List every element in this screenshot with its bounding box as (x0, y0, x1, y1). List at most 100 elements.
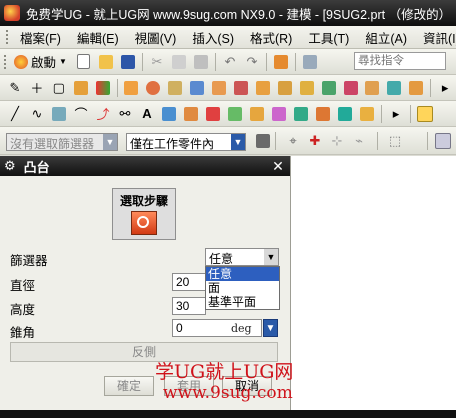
menu-view[interactable]: 視圖(V) (127, 28, 185, 47)
menu-edit[interactable]: 編輯(E) (69, 28, 127, 47)
bridge-curve-icon[interactable] (313, 104, 333, 124)
status-bar (0, 410, 456, 418)
offset-surface-icon[interactable] (247, 104, 267, 124)
section-curve-icon[interactable] (335, 104, 355, 124)
rectangle-icon[interactable]: ▢ (49, 78, 69, 98)
inferred-point-icon[interactable]: ✚ (305, 131, 325, 151)
placement-face-step-icon[interactable] (131, 211, 157, 235)
window-title: 免费学UG - 就上UG网 www.9sug.com NX9.0 - 建模 - … (26, 7, 452, 22)
chevron-down-icon: ▼ (59, 57, 67, 66)
height-input[interactable]: 30 (172, 297, 206, 315)
pencil-icon[interactable]: ✎ (5, 78, 25, 98)
copy-icon[interactable] (169, 52, 189, 72)
more-tools-icon[interactable]: ▸ (435, 78, 455, 98)
shell-icon[interactable] (275, 78, 295, 98)
toolbar-grip-icon[interactable] (4, 54, 10, 69)
filter-option-face[interactable]: 面 (206, 281, 279, 295)
filter-option-datum-plane[interactable]: 基準平面 (206, 295, 279, 309)
studio-surface-icon[interactable] (49, 104, 69, 124)
mid-point-icon[interactable]: ⌁ (349, 131, 369, 151)
close-icon[interactable]: ✕ (270, 158, 286, 174)
gear-icon[interactable]: ⚙ (4, 158, 16, 174)
menu-file[interactable]: 檔案(F) (12, 28, 69, 47)
menu-tools[interactable]: 工具(T) (300, 28, 357, 47)
watermark-url: www.9sug.com (163, 383, 293, 403)
diameter-input[interactable]: 20 (172, 273, 206, 291)
chamfer-icon[interactable] (253, 78, 273, 98)
selection-scope-value: 僅在工作零件內 (130, 137, 215, 151)
offset-face-icon[interactable] (406, 78, 426, 98)
filter-select[interactable]: 任意 ▼ (205, 248, 279, 266)
snap-icon[interactable]: ⌖ (283, 131, 303, 151)
coordinate-system-icon[interactable] (93, 78, 113, 98)
save-icon[interactable] (118, 52, 138, 72)
more-tools-icon[interactable]: ▸ (386, 104, 406, 124)
subtract-icon[interactable] (209, 78, 229, 98)
swept-icon[interactable] (203, 104, 223, 124)
diameter-label: 直徑 (10, 279, 36, 293)
dialog-title-bar[interactable]: ⚙ 凸台 ✕ (0, 156, 290, 176)
revolve-icon[interactable] (143, 78, 163, 98)
part-navigator-icon[interactable] (271, 52, 291, 72)
open-icon[interactable] (96, 52, 116, 72)
app-logo-icon (4, 5, 20, 21)
menu-information[interactable]: 資訊(I) (415, 28, 456, 47)
ok-button[interactable]: 確定 (104, 376, 154, 396)
snap-point-icon[interactable] (415, 104, 435, 124)
text-icon[interactable]: A (137, 104, 157, 124)
datum-plane-icon[interactable] (71, 78, 91, 98)
start-icon (14, 54, 28, 69)
selection-filter-icon[interactable] (253, 131, 273, 151)
pattern-icon[interactable] (319, 78, 339, 98)
start-button[interactable]: 啟動 ▼ (14, 52, 67, 71)
filter-label: 篩選器 (10, 254, 48, 268)
bounded-plane-icon[interactable] (159, 104, 179, 124)
join-curve-icon[interactable] (357, 104, 377, 124)
through-curves-icon[interactable] (181, 104, 201, 124)
end-point-icon[interactable]: ⊹ (327, 131, 347, 151)
render-style-icon[interactable] (433, 131, 453, 151)
type-filter-value: 沒有選取篩選器 (10, 137, 95, 151)
intersection-curve-icon[interactable]: ⚯ (115, 104, 135, 124)
chevron-down-icon: ▼ (264, 249, 278, 265)
mirror-icon[interactable] (341, 78, 361, 98)
window-title-bar: 免费学UG - 就上UG网 www.9sug.com NX9.0 - 建模 - … (0, 0, 456, 26)
draft-icon[interactable] (363, 78, 383, 98)
redo-icon[interactable]: ↷ (242, 52, 262, 72)
paste-icon[interactable] (191, 52, 211, 72)
undo-icon[interactable]: ↶ (220, 52, 240, 72)
curve-icon[interactable]: ⤴ (93, 104, 113, 124)
command-search-input[interactable] (354, 52, 446, 70)
taper-unit-menu-icon[interactable]: ▼ (263, 319, 278, 337)
toolbar-grip-icon[interactable] (6, 30, 8, 44)
height-label: 高度 (10, 303, 36, 317)
edge-blend-icon[interactable] (231, 78, 251, 98)
menu-assemblies[interactable]: 組立(A) (357, 28, 415, 47)
menu-format[interactable]: 格式(R) (242, 28, 300, 47)
new-icon[interactable] (74, 52, 94, 72)
unite-icon[interactable] (187, 78, 207, 98)
extract-geometry-icon[interactable] (269, 104, 289, 124)
watermark-text: 学UG就上UG网 (155, 361, 294, 383)
cut-icon[interactable]: ✂ (147, 52, 167, 72)
project-curve-icon[interactable] (291, 104, 311, 124)
line-icon[interactable]: ╱ (5, 104, 25, 124)
hole-icon[interactable] (165, 78, 185, 98)
window-icon[interactable] (300, 52, 320, 72)
n-sided-surface-icon[interactable] (225, 104, 245, 124)
extrude-icon[interactable] (122, 78, 142, 98)
menu-insert[interactable]: 插入(S) (184, 28, 242, 47)
taper-angle-input[interactable]: 0 deg (172, 319, 262, 337)
graphics-window[interactable] (291, 156, 456, 418)
filter-option-any[interactable]: 任意 (206, 267, 279, 281)
standard-toolbar: 啟動 ▼ ✂ ↶ ↷ (0, 49, 456, 75)
box-select-icon[interactable]: ⬚ (385, 131, 405, 151)
sew-icon[interactable] (384, 78, 404, 98)
feature-toolbar: ╱ ∿ ⌒ ⤴ ⚯ A ▸ (0, 101, 456, 127)
type-filter-select[interactable]: 沒有選取篩選器 ▼ (6, 133, 118, 151)
trim-body-icon[interactable] (297, 78, 317, 98)
spline-icon[interactable]: ∿ (27, 104, 47, 124)
arc-icon[interactable]: ⌒ (71, 104, 91, 124)
selection-scope-select[interactable]: 僅在工作零件內 ▼ (126, 133, 246, 151)
point-icon[interactable]: ＋ (27, 78, 47, 98)
